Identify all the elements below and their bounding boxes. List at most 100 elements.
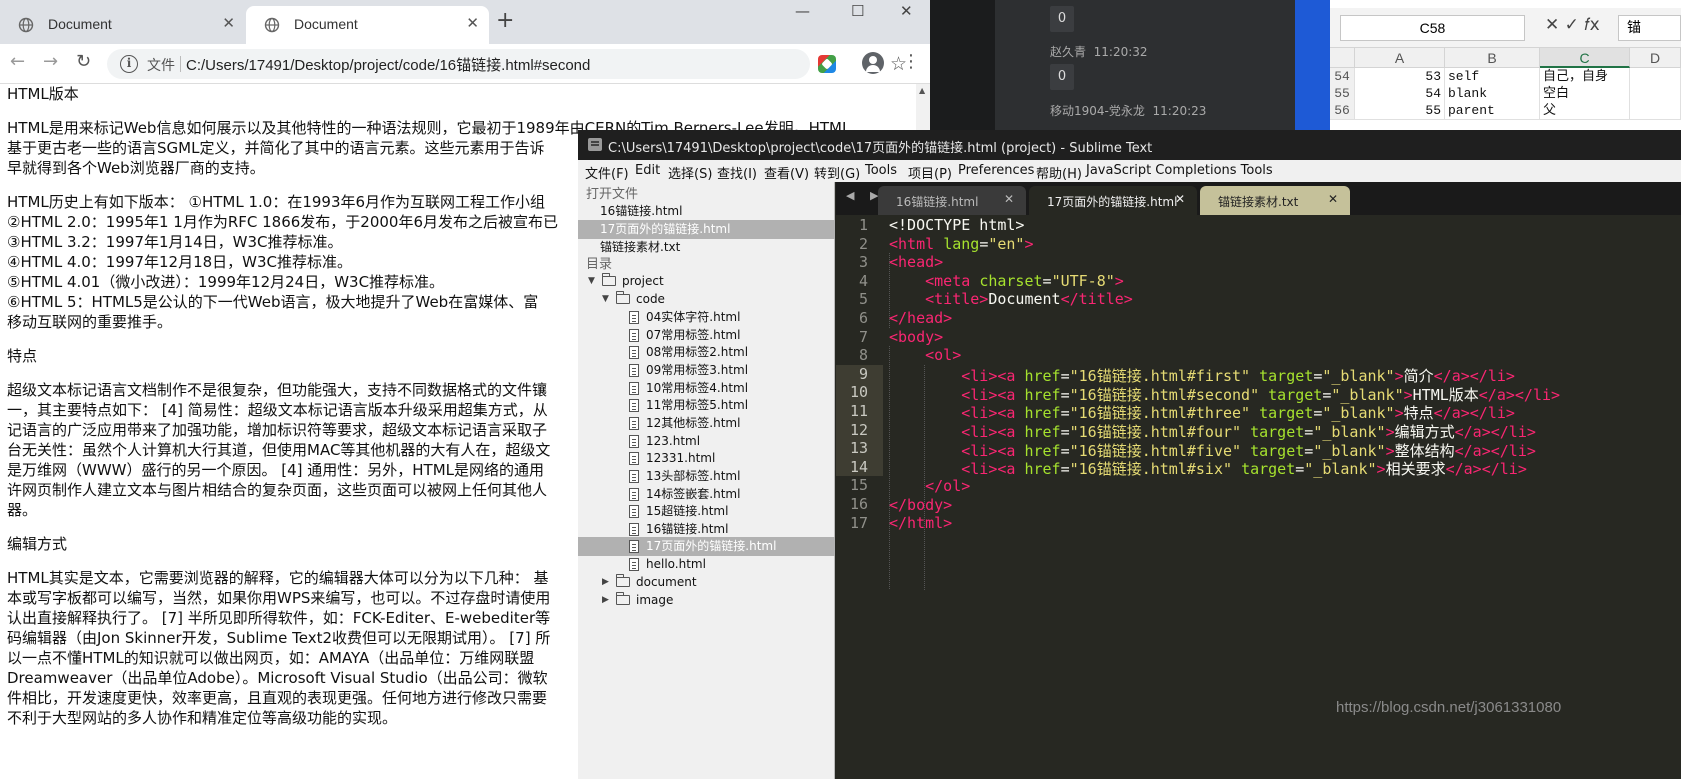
spreadsheet-cell[interactable]: 父	[1540, 102, 1630, 120]
file-item[interactable]: 12331.html	[578, 449, 835, 468]
spreadsheet-cell[interactable]: 54	[1355, 85, 1445, 103]
editor-tab-2[interactable]: 17页面外的锚链接.html ✕	[1029, 186, 1197, 215]
menu-item[interactable]: 查看(V)	[764, 163, 809, 182]
info-icon[interactable]: i	[120, 55, 138, 73]
formula-input[interactable]: 锚	[1618, 15, 1681, 41]
minimize-button[interactable]: —	[795, 2, 810, 20]
file-item[interactable]: 11常用标签5.html	[578, 396, 835, 415]
code-editor[interactable]: 1 2 3 4 5 6 7 8 9 10 11 12 13 14 15 16 17 <!DOCTYPE html…	[836, 215, 1681, 779]
file-item[interactable]: 09常用标签3.html	[578, 361, 835, 380]
line-number: 12	[849, 420, 868, 439]
folder-label: project	[622, 274, 664, 288]
column-header[interactable]: D	[1630, 48, 1681, 68]
file-item[interactable]: 14标签嵌套.html	[578, 485, 835, 504]
close-icon[interactable]: ✕	[1175, 192, 1185, 206]
spreadsheet-cell[interactable]: parent	[1445, 102, 1540, 120]
spreadsheet-cell[interactable]	[1630, 68, 1681, 86]
forward-button[interactable]: →	[43, 51, 58, 72]
column-header[interactable]: B	[1445, 48, 1540, 68]
menu-item[interactable]: Tools	[865, 163, 897, 178]
column-header[interactable]: C	[1540, 48, 1630, 68]
spreadsheet-cell[interactable]: 自己，自身	[1540, 68, 1630, 86]
row-header[interactable]: 55	[1330, 85, 1355, 103]
menu-item[interactable]: JavaScript Completions Tools	[1086, 163, 1273, 178]
folder-image[interactable]: ▶ image	[578, 591, 835, 610]
close-window-button[interactable]: ✕	[900, 2, 913, 20]
chat-meta: 移动1904-党永龙 11:20:23	[1050, 102, 1206, 119]
row-header[interactable]: 56	[1330, 102, 1355, 120]
file-label: 11常用标签5.html	[646, 398, 749, 413]
close-icon[interactable]: ✕	[1004, 192, 1014, 206]
file-item[interactable]: 17页面外的锚链接.html	[578, 537, 835, 557]
menu-item[interactable]: 查找(I)	[717, 163, 757, 182]
maximize-button[interactable]: ☐	[851, 2, 864, 20]
file-item[interactable]: 16锚链接.html	[578, 520, 835, 539]
collapse-arrow-icon[interactable]: ▶	[602, 573, 609, 592]
menu-icon[interactable]: ⋮	[902, 51, 920, 72]
browser-tab-1[interactable]: Document ✕	[0, 6, 245, 44]
column-header[interactable]: A	[1355, 48, 1445, 68]
file-icon	[629, 416, 639, 430]
spreadsheet-cell[interactable]: 53	[1355, 68, 1445, 86]
spreadsheet-cell[interactable]: self	[1445, 68, 1540, 86]
close-icon[interactable]: ✕	[222, 14, 235, 32]
url-text[interactable]: C:/Users/17491/Desktop/project/code/16锚链…	[186, 54, 590, 75]
menu-item[interactable]: Preferences	[958, 163, 1034, 178]
menu-item[interactable]: 文件(F)	[585, 163, 629, 182]
file-label: hello.html	[646, 557, 706, 572]
expand-arrow-icon[interactable]: ▼	[602, 290, 609, 309]
file-item[interactable]: 04实体字符.html	[578, 308, 835, 327]
folder-code[interactable]: ▼ code	[578, 290, 835, 309]
formula-buttons[interactable]: ✕ ✓ 𝑓x	[1545, 15, 1600, 35]
file-item[interactable]: 123.html	[578, 432, 835, 451]
file-item[interactable]: 10常用标签4.html	[578, 379, 835, 398]
select-all-corner[interactable]	[1330, 48, 1355, 68]
code-line-5: <title>Document</title>	[925, 290, 1133, 308]
spreadsheet-cell[interactable]: 55	[1355, 102, 1445, 120]
line-number: 13	[849, 439, 868, 458]
browser-tab-2[interactable]: Document ✕	[246, 6, 489, 44]
new-tab-button[interactable]: +	[496, 8, 514, 33]
scroll-up-arrow-icon[interactable]: ▲	[919, 86, 925, 95]
menu-item[interactable]: 帮助(H)	[1036, 163, 1082, 182]
open-file-item[interactable]: 17页面外的锚链接.html	[578, 220, 835, 239]
profile-icon[interactable]	[862, 52, 884, 74]
close-icon[interactable]: ✕	[1328, 192, 1338, 206]
extension-icon[interactable]	[818, 55, 836, 73]
spreadsheet-cell[interactable]: 空白	[1540, 85, 1630, 103]
menu-item[interactable]: Edit	[635, 163, 660, 178]
file-item[interactable]: hello.html	[578, 555, 835, 574]
menu-item[interactable]: 项目(P)	[908, 163, 952, 182]
open-file-label: 17页面外的锚链接.html	[600, 222, 731, 236]
code-line-13: <li><a href="16锚链接.html#five" target="_b…	[961, 442, 1536, 460]
spreadsheet-cell[interactable]	[1630, 102, 1681, 120]
collapse-arrow-icon[interactable]: ▶	[602, 591, 609, 610]
browser-tab-title: Document	[294, 16, 358, 32]
file-item[interactable]: 08常用标签2.html	[578, 343, 835, 362]
reload-button[interactable]: ↻	[76, 51, 91, 72]
editor-tab-3[interactable]: 锚链接素材.txt ✕	[1200, 186, 1350, 215]
file-item[interactable]: 07常用标签.html	[578, 326, 835, 345]
menu-item[interactable]: 选择(S)	[668, 163, 712, 182]
line-number: 11	[849, 402, 868, 420]
editor-tab-1[interactable]: 16锚链接.html ✕	[878, 186, 1026, 215]
file-item[interactable]: 13头部标签.html	[578, 467, 835, 486]
line-number-gutter: 1 2 3 4 5 6 7 8 9 10 11 12 13 14 15 16 17	[836, 215, 883, 779]
row-header[interactable]: 54	[1330, 68, 1355, 86]
close-icon[interactable]: ✕	[466, 14, 479, 32]
code-line-12: <li><a href="16锚链接.html#four" target="_b…	[961, 423, 1536, 441]
menu-item[interactable]: 转到(G)	[814, 163, 860, 182]
folder-project[interactable]: ▼ project	[578, 272, 835, 291]
folder-document[interactable]: ▶ document	[578, 573, 835, 592]
line-number: 14	[849, 457, 868, 476]
back-button[interactable]: ←	[10, 51, 25, 72]
name-box[interactable]: C58	[1340, 15, 1525, 41]
open-file-item[interactable]: 锚链接素材.txt	[578, 238, 835, 257]
expand-arrow-icon[interactable]: ▼	[588, 272, 595, 291]
file-item[interactable]: 12其他标签.html	[578, 414, 835, 433]
open-file-item[interactable]: 16锚链接.html	[578, 202, 835, 221]
file-item[interactable]: 15超链接.html	[578, 502, 835, 521]
address-bar[interactable]: i 文件 C:/Users/17491/Desktop/project/code…	[107, 49, 907, 79]
spreadsheet-cell[interactable]	[1630, 85, 1681, 103]
spreadsheet-cell[interactable]: blank	[1445, 85, 1540, 103]
